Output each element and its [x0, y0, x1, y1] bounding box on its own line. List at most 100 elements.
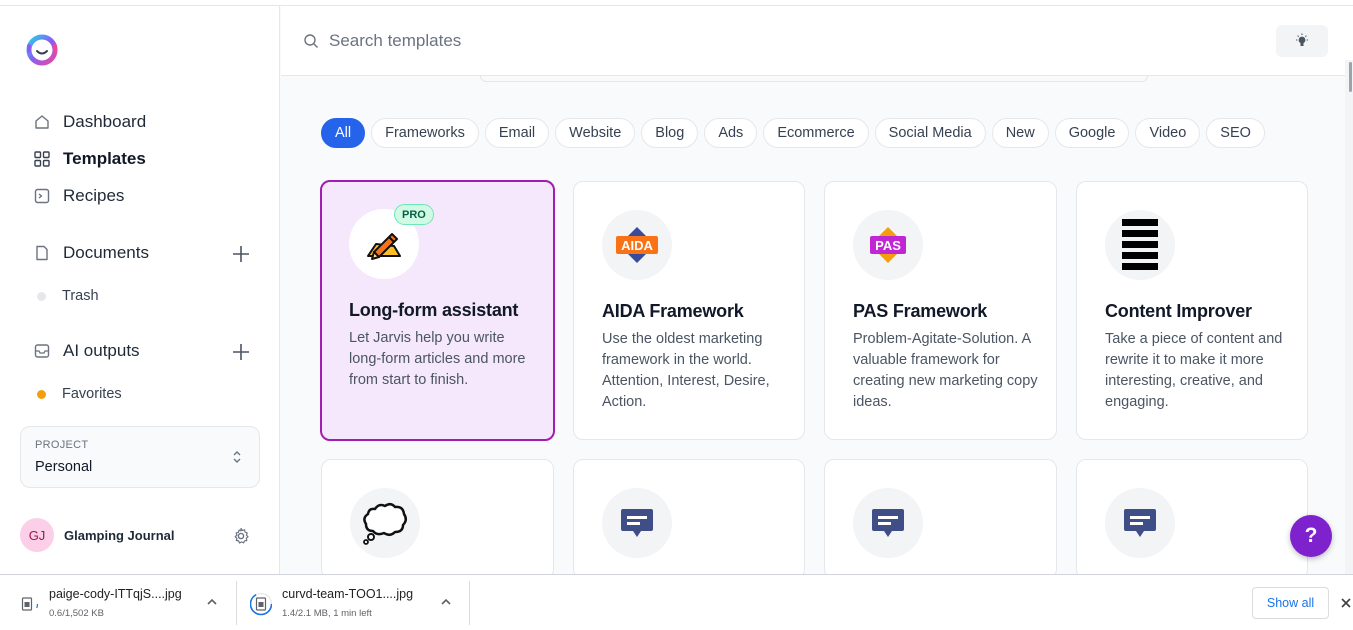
card-title: AIDA Framework: [602, 301, 744, 321]
card-icon-wrap: [602, 488, 672, 558]
filter-google[interactable]: Google: [1054, 118, 1130, 148]
chevron-updown-icon: [233, 451, 241, 463]
project-selector[interactable]: PROJECT Personal: [20, 426, 260, 488]
filter-video[interactable]: Video: [1135, 118, 1201, 148]
download-item[interactable]: curvd-team-TOO1....jpg 1.4/2.1 MB, 1 min…: [236, 575, 469, 630]
download-progress: 0.6/1,502 KB: [49, 608, 104, 619]
card-title: Long-form assistant: [349, 300, 519, 320]
download-item[interactable]: paige-cody-ITTqjS....jpg 0.6/1,502 KB: [0, 575, 236, 630]
user-profile[interactable]: GJ Glamping Journal: [20, 518, 175, 552]
stacked-lines-icon: [1122, 219, 1158, 270]
nav-ai-outputs[interactable]: AI outputs: [34, 341, 140, 361]
project-value: Personal: [35, 459, 93, 475]
search-header: [281, 6, 1353, 76]
search-icon: [304, 34, 318, 48]
chevron-up-icon[interactable]: [206, 597, 218, 607]
show-all-button[interactable]: Show all: [1252, 587, 1329, 619]
filter-seo[interactable]: SEO: [1206, 118, 1265, 148]
filter-ecommerce[interactable]: Ecommerce: [763, 118, 869, 148]
divider: [469, 581, 470, 625]
grid-icon: [34, 151, 50, 167]
project-label: PROJECT: [35, 439, 89, 451]
template-card-pas[interactable]: PAS PAS Framework Problem-Agitate-Soluti…: [824, 181, 1057, 440]
card-icon-wrap: AIDA: [602, 210, 672, 280]
filter-email[interactable]: Email: [484, 118, 550, 148]
card-description: Problem-Agitate-Solution. A valuable fra…: [853, 331, 1038, 410]
search-input[interactable]: [329, 28, 929, 54]
scrollbar-thumb[interactable]: [1349, 62, 1352, 92]
pas-icon-text: PAS: [875, 238, 901, 253]
add-document-plus-icon[interactable]: [232, 245, 250, 263]
nav-templates-label: Templates: [63, 149, 146, 168]
nav-recipes-label: Recipes: [63, 186, 125, 205]
home-icon: [35, 115, 49, 129]
nav-dashboard-label: Dashboard: [63, 112, 147, 131]
nav-documents[interactable]: Documents: [34, 243, 149, 263]
lightbulb-icon: [1296, 33, 1308, 46]
category-filters: All Frameworks Email Website Blog Ads Ec…: [321, 118, 1265, 148]
filter-social-media[interactable]: Social Media: [874, 118, 986, 148]
pas-badge-icon: PAS: [870, 227, 906, 263]
filter-ads[interactable]: Ads: [704, 118, 758, 148]
jasper-logo-icon[interactable]: [24, 32, 60, 66]
nav-favorites-label: Favorites: [62, 386, 122, 402]
template-card-long-form[interactable]: PRO Long-form assistant Let Jarvis help …: [320, 180, 555, 441]
download-progress: 1.4/2.1 MB, 1 min left: [282, 608, 372, 619]
card-icon-wrap: [853, 488, 923, 558]
image-file-icon: [250, 592, 272, 616]
trash-dot-icon: [37, 291, 46, 301]
card-title: PAS Framework: [853, 301, 988, 321]
terminal-icon: [34, 188, 50, 204]
nav-trash-label: Trash: [62, 288, 99, 304]
thought-bubble-icon: [363, 503, 407, 545]
download-bar: paige-cody-ITTqjS....jpg 0.6/1,502 KB cu…: [0, 574, 1353, 630]
aida-badge-icon: AIDA: [616, 227, 658, 263]
pro-badge: PRO: [394, 204, 434, 225]
card-icon-wrap: [1105, 488, 1175, 558]
close-icon[interactable]: [1340, 597, 1352, 609]
nav-documents-label: Documents: [63, 243, 149, 262]
nav-favorites[interactable]: Favorites: [37, 386, 122, 402]
nav-recipes[interactable]: Recipes: [34, 186, 124, 206]
chevron-up-icon[interactable]: [440, 597, 452, 607]
filter-new[interactable]: New: [991, 118, 1049, 148]
template-card[interactable]: [573, 459, 805, 579]
template-card[interactable]: [1076, 459, 1308, 579]
card-description: Take a piece of content and rewrite it t…: [1105, 331, 1283, 410]
scrollbar[interactable]: [1345, 60, 1353, 574]
template-card[interactable]: [321, 459, 554, 579]
chat-message-icon: [872, 509, 904, 537]
nav-trash[interactable]: Trash: [37, 288, 99, 304]
chat-message-icon: [621, 509, 653, 537]
favorites-dot-icon: [37, 389, 46, 399]
template-card-aida[interactable]: AIDA AIDA Framework Use the oldest marke…: [573, 181, 805, 440]
gear-icon[interactable]: [232, 527, 250, 545]
template-card[interactable]: [824, 459, 1057, 579]
card-icon-wrap: [350, 488, 420, 558]
card-description: Use the oldest marketing framework in th…: [602, 331, 770, 410]
filter-frameworks[interactable]: Frameworks: [371, 118, 479, 148]
nav-dashboard[interactable]: Dashboard: [34, 112, 146, 132]
lightbulb-button[interactable]: [1276, 25, 1328, 57]
avatar: GJ: [20, 518, 54, 552]
filter-blog[interactable]: Blog: [641, 118, 699, 148]
pencil-document-icon: [367, 233, 401, 260]
nav-ai-outputs-label: AI outputs: [63, 341, 140, 360]
filter-website[interactable]: Website: [555, 118, 636, 148]
add-ai-output-plus-icon[interactable]: [232, 343, 250, 361]
search-dropdown-edge: [480, 76, 1148, 82]
nav-templates[interactable]: Templates: [34, 149, 146, 169]
document-icon: [36, 245, 48, 261]
filter-all[interactable]: All: [321, 118, 366, 148]
card-title: Content Improver: [1105, 301, 1252, 321]
chat-message-icon: [1124, 509, 1156, 537]
card-description: Let Jarvis help you write long-form arti…: [349, 330, 526, 388]
aida-icon-text: AIDA: [621, 238, 653, 253]
template-card-content-improver[interactable]: Content Improver Take a piece of content…: [1076, 181, 1308, 440]
card-icon-wrap: PAS: [853, 210, 923, 280]
inbox-icon: [34, 344, 50, 358]
download-filename: curvd-team-TOO1....jpg: [282, 587, 414, 601]
sidebar: Dashboard Templates Recipes Documents Tr…: [0, 6, 280, 574]
help-button[interactable]: ?: [1290, 515, 1332, 557]
card-icon-wrap: [1105, 210, 1175, 280]
